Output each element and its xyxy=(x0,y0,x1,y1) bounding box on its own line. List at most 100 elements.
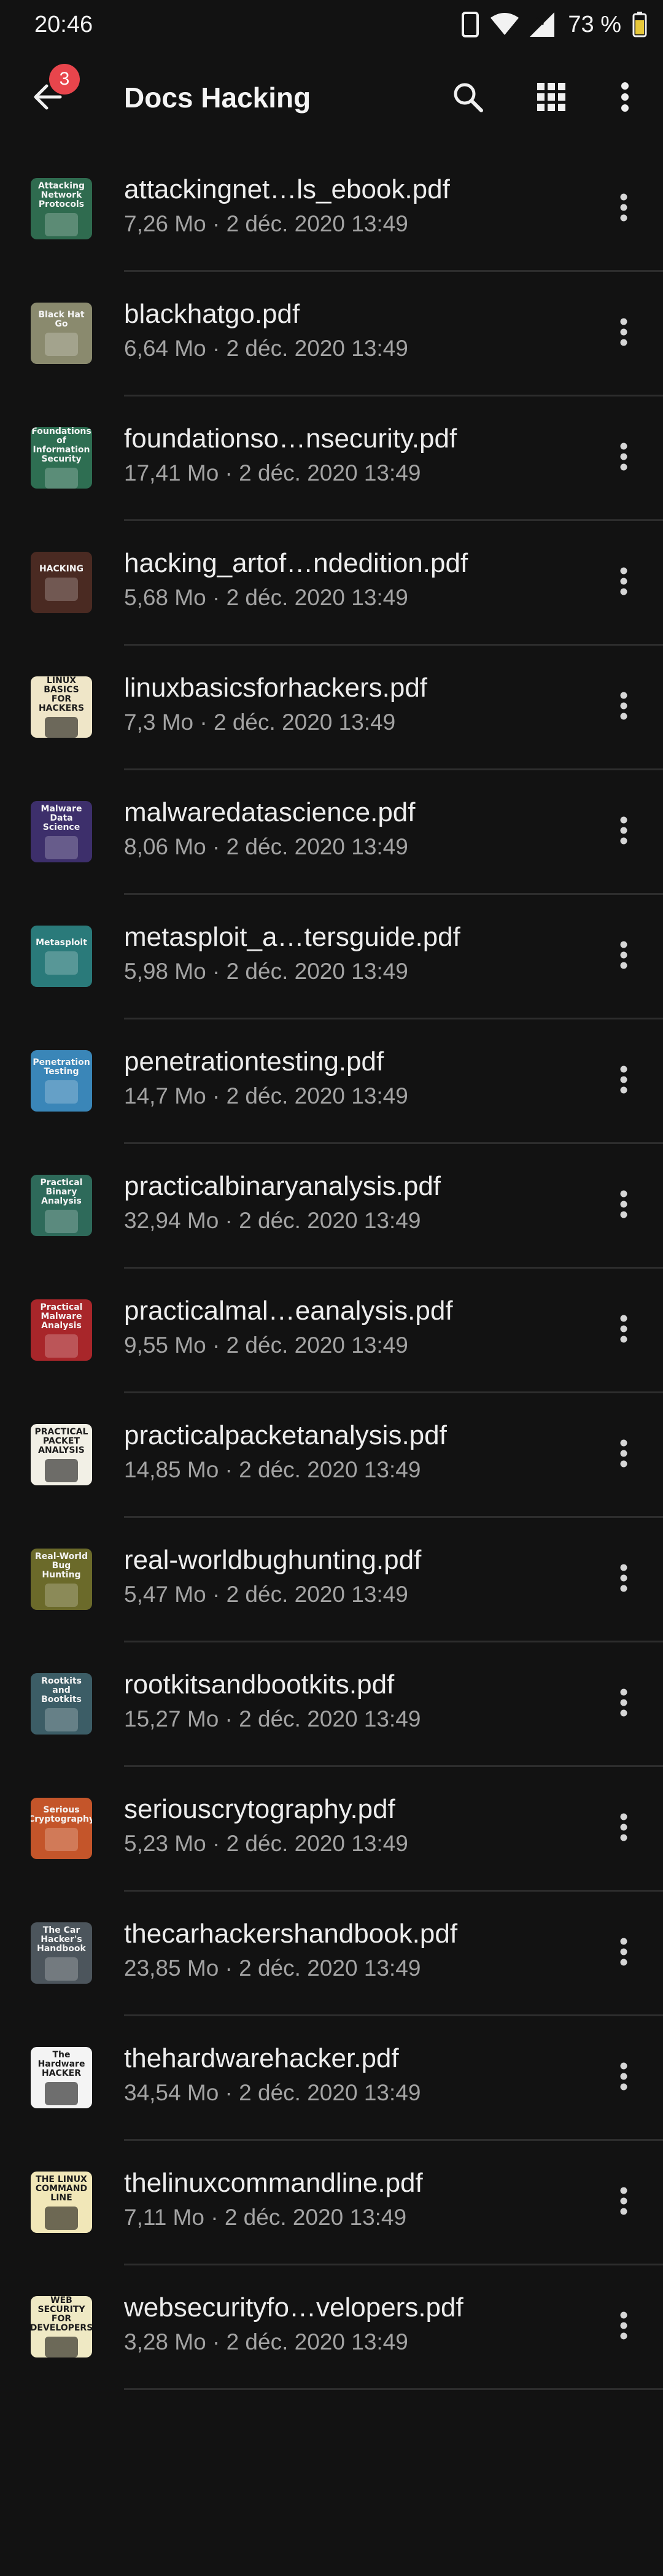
file-more-button[interactable] xyxy=(599,1679,648,1728)
more-vert-icon xyxy=(619,816,628,848)
cover-art xyxy=(45,333,78,356)
file-more-button[interactable] xyxy=(599,2053,648,2102)
vibrate-icon xyxy=(461,12,479,37)
cover-title: Real-World Bug Hunting xyxy=(35,1551,88,1580)
pdf-cover-thumbnail: Metasploit xyxy=(31,926,92,987)
file-list-item[interactable]: PRACTICAL PACKET ANALYSIS practicalpacket… xyxy=(0,1393,663,1518)
file-list-item[interactable]: Malware Data Science malwaredatascience.p… xyxy=(0,770,663,895)
file-name: attackingnet…ls_ebook.pdf xyxy=(124,174,450,204)
file-more-button[interactable] xyxy=(599,558,648,607)
file-name: real-worldbughunting.pdf xyxy=(124,1545,422,1575)
more-vert-icon xyxy=(619,1439,628,1471)
file-meta: 9,55 Mo · 2 déc. 2020 13:49 xyxy=(124,1332,408,1358)
file-list-item[interactable]: The Hardware HACKER thehardwarehacker.pdf… xyxy=(0,2016,663,2141)
file-list-item[interactable]: Black Hat Go blackhatgo.pdf 6,64 Mo · 2 dé… xyxy=(0,272,663,396)
more-vert-icon xyxy=(619,1065,628,1097)
cover-title: THE LINUX COMMAND LINE xyxy=(35,2174,88,2203)
more-vert-icon xyxy=(619,2311,628,2343)
file-list-item[interactable]: WEB SECURITY FOR DEVELOPERS websecurityfo… xyxy=(0,2265,663,2390)
file-list-item[interactable]: The Car Hacker's Handbook thecarhackersha… xyxy=(0,1892,663,2016)
file-meta: 5,68 Mo · 2 déc. 2020 13:49 xyxy=(124,585,408,610)
overflow-menu-button[interactable] xyxy=(599,72,651,124)
file-more-button[interactable] xyxy=(599,1804,648,1853)
page-title: Docs Hacking xyxy=(124,82,311,114)
pdf-cover-thumbnail: Foundations of Information Security xyxy=(31,427,92,489)
file-name: practicalmal…eanalysis.pdf xyxy=(124,1296,453,1326)
file-more-button[interactable] xyxy=(599,932,648,981)
pdf-cover-thumbnail: Penetration Testing xyxy=(31,1050,92,1112)
file-list-item[interactable]: THE LINUX COMMAND LINE thelinuxcommandlin… xyxy=(0,2141,663,2265)
more-vert-icon xyxy=(619,1812,628,1845)
file-name: metasploit_a…tersguide.pdf xyxy=(124,922,460,952)
cover-title: Practical Binary Analysis xyxy=(40,1177,83,1206)
file-list-item[interactable]: Practical Binary Analysis practicalbinary… xyxy=(0,1144,663,1269)
search-button[interactable] xyxy=(442,72,494,124)
file-list-item[interactable]: LINUX BASICS FOR HACKERS linuxbasicsforha… xyxy=(0,646,663,770)
file-more-button[interactable] xyxy=(599,1928,648,1978)
pdf-cover-thumbnail: The Hardware HACKER xyxy=(31,2047,92,2108)
cover-art xyxy=(45,1828,78,1851)
file-meta: 5,98 Mo · 2 déc. 2020 13:49 xyxy=(124,959,408,984)
more-vert-icon xyxy=(619,1563,628,1596)
file-meta: 14,85 Mo · 2 déc. 2020 13:49 xyxy=(124,1457,421,1482)
file-list-item[interactable]: Foundations of Information Security found… xyxy=(0,396,663,521)
pdf-cover-thumbnail: Real-World Bug Hunting xyxy=(31,1549,92,1610)
file-list-item[interactable]: Metasploit metasploit_a…tersguide.pdf 5,98… xyxy=(0,895,663,1019)
file-list-item[interactable]: HACKING hacking_artof…ndedition.pdf 5,68 M… xyxy=(0,521,663,646)
file-list-item[interactable]: Penetration Testing penetrationtesting.pd… xyxy=(0,1019,663,1144)
pdf-cover-thumbnail: WEB SECURITY FOR DEVELOPERS xyxy=(31,2296,92,2357)
file-list-item[interactable]: Practical Malware Analysis practicalmal…e… xyxy=(0,1269,663,1393)
file-name: malwaredatascience.pdf xyxy=(124,797,416,827)
battery-icon xyxy=(632,12,647,37)
cover-art xyxy=(45,1957,78,1981)
file-list-item[interactable]: Serious Cryptography seriouscrytography.p… xyxy=(0,1767,663,1892)
file-meta: 6,64 Mo · 2 déc. 2020 13:49 xyxy=(124,336,408,361)
file-meta: 17,41 Mo · 2 déc. 2020 13:49 xyxy=(124,460,421,485)
file-name: seriouscrytography.pdf xyxy=(124,1794,395,1824)
cover-title: Metasploit xyxy=(36,937,87,948)
file-more-button[interactable] xyxy=(599,1555,648,1604)
file-name: thehardwarehacker.pdf xyxy=(124,2043,399,2073)
cover-art xyxy=(45,2337,78,2357)
file-more-button[interactable] xyxy=(599,1430,648,1479)
cover-art xyxy=(45,951,78,975)
grid-view-icon xyxy=(537,82,565,114)
cover-title: The Car Hacker's Handbook xyxy=(37,1925,86,1954)
cover-title: Black Hat Go xyxy=(38,310,85,329)
file-more-button[interactable] xyxy=(599,2178,648,2227)
cover-title: PRACTICAL PACKET ANALYSIS xyxy=(34,1426,88,1455)
file-meta: 3,28 Mo · 2 déc. 2020 13:49 xyxy=(124,2329,408,2354)
file-name: rootkitsandbootkits.pdf xyxy=(124,1669,395,1700)
cover-title: Practical Malware Analysis xyxy=(40,1302,83,1331)
file-list-item[interactable]: Attacking Network Protocols attackingnet…… xyxy=(0,147,663,272)
grid-view-button[interactable] xyxy=(525,72,577,124)
file-more-button[interactable] xyxy=(599,309,648,358)
file-list-item[interactable]: Rootkits and Bootkits rootkitsandbootkits… xyxy=(0,1642,663,1767)
file-name: practicalbinaryanalysis.pdf xyxy=(124,1171,441,1201)
status-bar: 20:46 73 % xyxy=(0,0,663,49)
cover-art xyxy=(45,212,78,236)
cover-art xyxy=(45,577,78,601)
more-vert-icon xyxy=(620,81,630,116)
pdf-cover-thumbnail: LINUX BASICS FOR HACKERS xyxy=(31,676,92,738)
file-meta: 23,85 Mo · 2 déc. 2020 13:49 xyxy=(124,1955,421,1981)
file-more-button[interactable] xyxy=(599,433,648,482)
file-more-button[interactable] xyxy=(599,1181,648,1230)
file-more-button[interactable] xyxy=(599,184,648,233)
file-more-button[interactable] xyxy=(599,1056,648,1105)
file-meta: 8,06 Mo · 2 déc. 2020 13:49 xyxy=(124,834,408,859)
pdf-cover-thumbnail: Practical Binary Analysis xyxy=(31,1175,92,1236)
file-more-button[interactable] xyxy=(599,807,648,856)
file-more-button[interactable] xyxy=(599,1305,648,1355)
pdf-cover-thumbnail: THE LINUX COMMAND LINE xyxy=(31,2172,92,2233)
file-meta: 7,26 Mo · 2 déc. 2020 13:49 xyxy=(124,211,408,236)
file-list-item[interactable]: Real-World Bug Hunting real-worldbughunti… xyxy=(0,1518,663,1642)
cover-art xyxy=(45,1583,78,1607)
cover-title: Rootkits and Bootkits xyxy=(41,1676,82,1704)
signal-icon xyxy=(530,12,555,37)
more-vert-icon xyxy=(619,1937,628,1970)
pdf-cover-thumbnail: Malware Data Science xyxy=(31,801,92,862)
file-more-button[interactable] xyxy=(599,2302,648,2351)
more-vert-icon xyxy=(619,940,628,973)
file-more-button[interactable] xyxy=(599,683,648,732)
